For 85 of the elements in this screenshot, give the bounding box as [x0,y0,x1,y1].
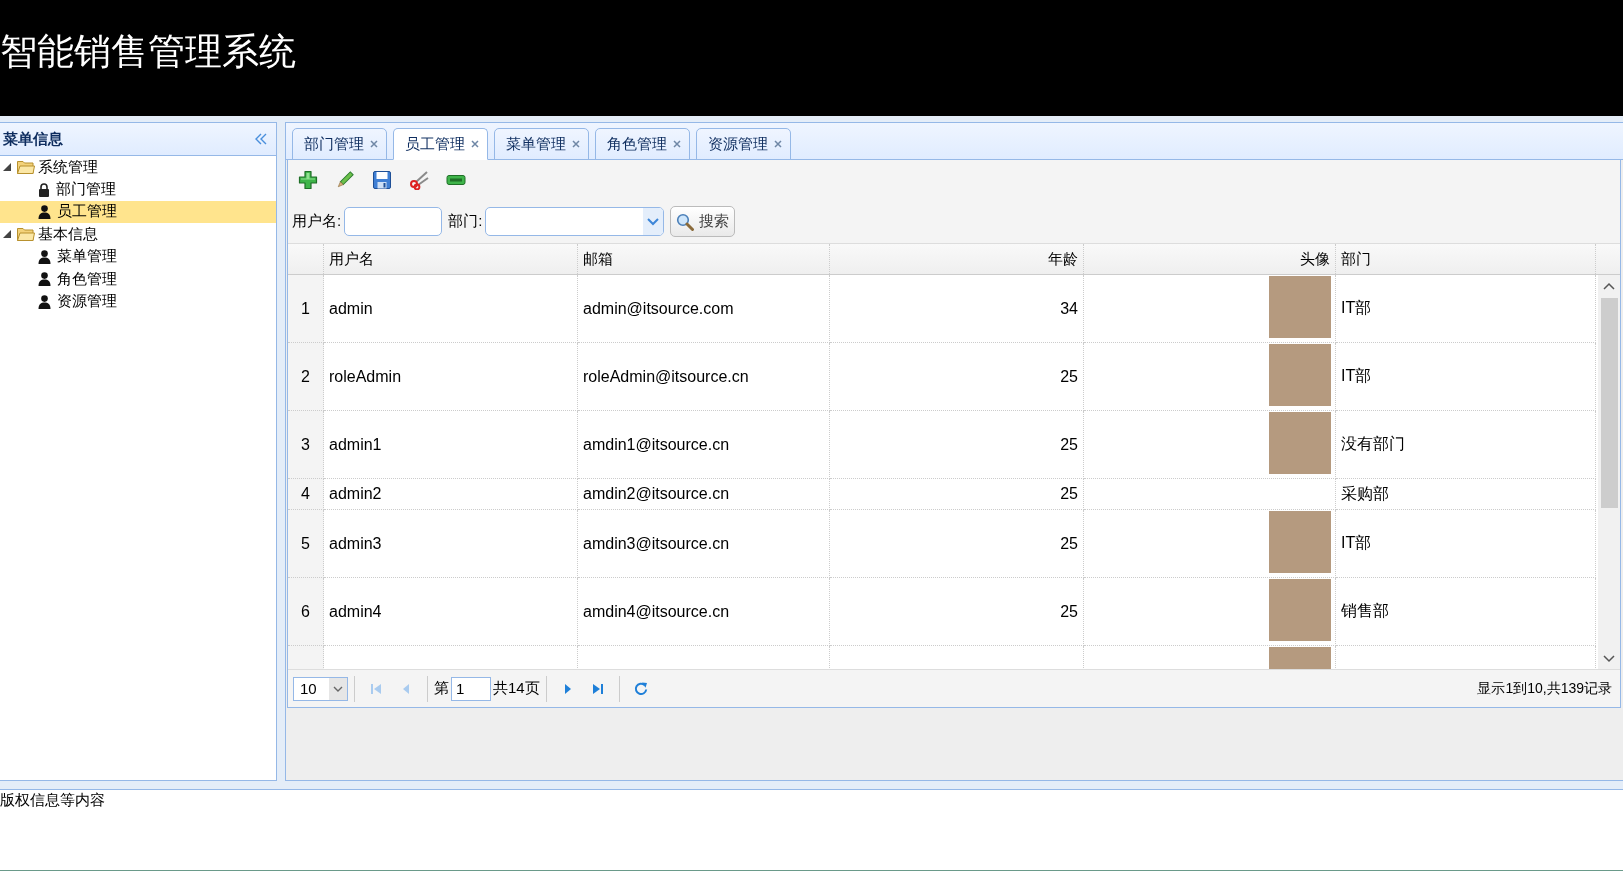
tree-item[interactable]: 基本信息 [0,223,276,246]
table-cell: 25 [830,411,1084,479]
dropdown-field[interactable] [485,207,665,236]
tab[interactable]: 资源管理 [696,128,791,160]
double-chevron-icon[interactable] [255,133,267,145]
table-cell: admin3 [324,510,578,578]
table-cell: admin4 [324,578,578,646]
user-icon [38,204,51,219]
tree-item[interactable]: 系统管理 [0,156,276,179]
table-cell: 没有部门 [1336,411,1596,479]
user-icon [38,272,51,287]
close-icon[interactable] [370,140,378,148]
column-header[interactable]: 头像 [1084,244,1336,274]
table-cell: 25 [830,479,1084,510]
refresh-icon[interactable] [632,680,649,697]
table-cell: admin@itsource.com [578,275,830,343]
folder-icon [17,227,35,242]
table-cell: IT部 [1336,275,1596,343]
plus-icon[interactable] [298,170,318,190]
pencil-icon[interactable] [335,170,355,190]
table-cell: 25 [830,578,1084,646]
sidebar-title: 菜单信息 [3,129,63,149]
table-cell: admin2 [324,479,578,510]
column-header[interactable]: 用户名 [324,244,578,274]
chevron-down-icon[interactable] [1603,655,1615,663]
app-title: 智能销售管理系统 [0,30,296,74]
table-cell: admin1 [324,411,578,479]
table-cell: amdin2@itsource.cn [578,479,830,510]
page-count: 共14页 [493,679,540,698]
row-number: 1 [288,275,324,343]
table-cell: admin [324,275,578,343]
user-icon [38,249,51,264]
lock-icon [38,182,50,197]
page-input[interactable]: 1 [451,676,491,701]
expanded-triangle-icon[interactable] [3,230,11,239]
table-cell: amdin3@itsource.cn [578,510,830,578]
table-cell: 34 [830,275,1084,343]
input-field[interactable] [344,207,443,236]
table-cell: 25 [830,510,1084,578]
column-header[interactable]: 邮箱 [578,244,830,274]
tree-item[interactable]: 角色管理 [0,267,276,291]
table-cell: 25 [830,343,1084,411]
record-info: 显示1到10,共139记录 [1477,679,1612,698]
tab[interactable]: 部门管理 [292,128,387,160]
tree-item[interactable]: 员工管理 [0,200,276,224]
close-icon[interactable] [471,140,479,148]
row-number: 2 [288,343,324,411]
close-icon[interactable] [673,140,681,148]
row-number: 3 [288,411,324,479]
search-button[interactable]: 搜索 [670,206,736,237]
table-cell: amdin4@itsource.cn [578,578,830,646]
footer-text: 版权信息等内容 [0,790,105,810]
tab[interactable]: 员工管理 [393,128,488,160]
scissors-icon[interactable] [409,170,429,190]
user-icon [38,294,51,309]
expanded-triangle-icon[interactable] [3,163,11,172]
table-cell: roleAdmin [324,343,578,411]
column-header[interactable]: 部门 [1336,244,1596,274]
tab[interactable]: 菜单管理 [494,128,589,160]
column-header[interactable]: 年龄 [830,244,1084,274]
row-number: 4 [288,479,324,510]
chevron-up-icon[interactable] [1603,282,1615,290]
folder-icon [17,160,35,175]
row-number: 5 [288,510,324,578]
vertical-scrollbar[interactable] [1598,275,1620,669]
table-cell: IT部 [1336,510,1596,578]
table-cell: roleAdmin@itsource.cn [578,343,830,411]
search-icon [676,212,695,231]
table-cell: amdin1@itsource.cn [578,411,830,479]
table-cell: IT部 [1336,343,1596,411]
close-icon[interactable] [774,140,782,148]
table-cell: 采购部 [1336,479,1596,510]
tree-item[interactable]: 部门管理 [0,178,276,201]
close-icon[interactable] [572,140,580,148]
chevron-down-icon[interactable] [643,208,664,235]
tree-item[interactable]: 资源管理 [0,290,276,313]
page-prefix: 第 [434,679,449,698]
field-label: 用户名: [292,212,342,231]
tree-item[interactable]: 菜单管理 [0,245,276,268]
page-size-select[interactable]: 10 [293,676,348,701]
tab[interactable]: 角色管理 [595,128,690,160]
scrollbar-thumb[interactable] [1600,298,1618,508]
row-number: 6 [288,578,324,646]
table-cell: 销售部 [1336,578,1596,646]
field-label: 部门: [448,212,483,231]
